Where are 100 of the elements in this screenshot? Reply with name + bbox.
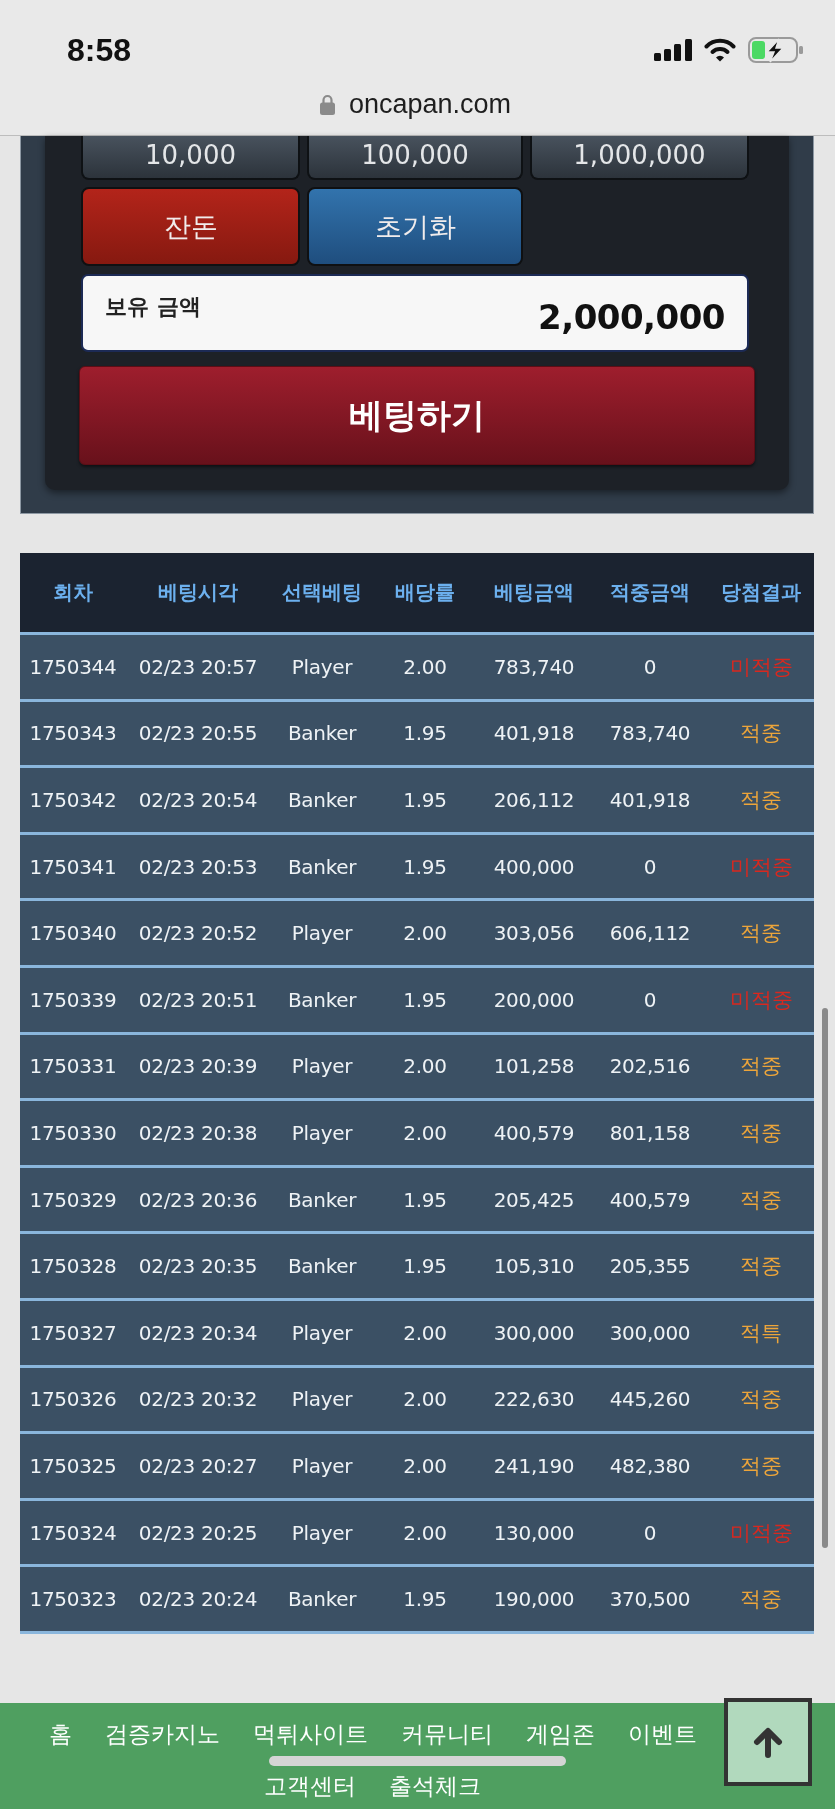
table-cell: 2.00 (403, 1120, 447, 1145)
column-header: 당첨결과 (721, 579, 801, 606)
status-time: 8:58 (67, 34, 132, 66)
table-cell: 1.95 (403, 788, 447, 812)
table-cell: Banker (287, 1587, 357, 1612)
table-cell: 2.00 (403, 921, 447, 946)
table-cell: Player (291, 654, 353, 679)
table-cell: 300,000 (609, 1320, 691, 1345)
reset-button[interactable]: 초기화 (307, 187, 523, 266)
nav-link[interactable]: 커뮤니티 (400, 1719, 493, 1749)
table-cell: 801,158 (609, 1120, 691, 1145)
table-cell: 130,000 (493, 1520, 575, 1545)
result-cell-text: 적중 (740, 1186, 782, 1214)
url-text: oncapan.com (348, 90, 512, 118)
table-cell: 1750340 (29, 921, 117, 946)
column-header: 선택베팅 (282, 579, 362, 606)
table-cell: 401,918 (493, 721, 575, 746)
table-cell: Player (291, 1054, 353, 1079)
table-cell: 1750326 (29, 1387, 117, 1412)
table-cell: 401,918 (609, 788, 691, 812)
table-cell: 02/23 20:39 (138, 1054, 258, 1079)
table-cell: 1750342 (29, 788, 117, 812)
table-cell: 1.95 (403, 1254, 447, 1279)
table-cell: 1750328 (29, 1254, 117, 1279)
table-cell: 2.00 (403, 1320, 447, 1345)
chip-button[interactable]: 1,000,000 (530, 136, 749, 180)
balance-label: 보유 금액 (105, 293, 201, 321)
table-cell: 400,579 (609, 1187, 691, 1212)
result-cell-text: 적중 (740, 1119, 782, 1147)
table-cell: Banker (287, 1187, 357, 1212)
table-cell: Banker (287, 1254, 357, 1279)
change-button[interactable]: 잔돈 (81, 187, 300, 266)
table-cell: 241,190 (493, 1453, 575, 1478)
table-cell: 02/23 20:27 (138, 1453, 258, 1478)
table-cell: 2.00 (403, 1520, 447, 1545)
table-cell: 1.95 (403, 987, 447, 1012)
table-cell: 783,740 (609, 721, 691, 746)
table-cell: 445,260 (609, 1387, 691, 1412)
table-cell: Player (291, 1320, 353, 1345)
table-cell: 190,000 (493, 1587, 575, 1612)
result-cell-text: 적중 (740, 1053, 782, 1081)
table-cell: 1750341 (29, 854, 117, 879)
table-cell: 482,380 (609, 1453, 691, 1478)
chip-button[interactable]: 100,000 (307, 136, 523, 180)
table-cell: 1750327 (29, 1320, 117, 1345)
column-header: 적중금액 (610, 579, 690, 606)
result-cell-text: 미적중 (729, 986, 793, 1014)
table-cell: 2.00 (403, 654, 447, 679)
wifi-icon (704, 38, 736, 62)
nav-link[interactable]: 검증카지노 (104, 1719, 220, 1749)
table-cell: 1750323 (29, 1587, 117, 1612)
result-cell-text: 적중 (740, 720, 782, 748)
table-cell: 1750339 (29, 987, 117, 1012)
table-cell: 02/23 20:36 (138, 1187, 258, 1212)
table-cell: 1750331 (29, 1054, 117, 1079)
table-cell: 02/23 20:35 (138, 1254, 258, 1279)
table-cell: Player (291, 1453, 353, 1478)
table-cell: 1750344 (29, 654, 117, 679)
chip-button[interactable]: 10,000 (81, 136, 300, 180)
nav-link[interactable]: 게임존 (525, 1719, 595, 1749)
table-cell: 370,500 (609, 1587, 691, 1612)
result-cell-text: 적중 (740, 1586, 782, 1614)
table-cell: 02/23 20:51 (138, 987, 258, 1012)
table-cell: 202,516 (609, 1054, 691, 1079)
column-header: 베팅시각 (158, 579, 238, 606)
result-cell-text: 미적중 (729, 1519, 793, 1547)
table-cell: Banker (287, 721, 357, 746)
table-cell: 200,000 (493, 987, 575, 1012)
table-cell: 783,740 (493, 654, 575, 679)
table-cell: 02/23 20:52 (138, 921, 258, 946)
result-cell-text: 적중 (740, 920, 782, 948)
nav-link[interactable]: 홈 (48, 1719, 72, 1749)
table-cell: 400,579 (493, 1120, 575, 1145)
result-cell-text: 적중 (740, 1253, 782, 1281)
table-cell: Banker (287, 987, 357, 1012)
table-cell: 0 (643, 1520, 657, 1545)
table-cell: 0 (643, 654, 657, 679)
table-cell: Player (291, 1120, 353, 1145)
result-cell-text: 적중 (740, 1386, 782, 1414)
column-header: 배당률 (395, 579, 455, 606)
table-cell: 205,425 (493, 1187, 575, 1212)
nav-link[interactable]: 출석체크 (389, 1771, 481, 1801)
table-cell: 205,355 (609, 1254, 691, 1279)
column-header: 베팅금액 (494, 579, 574, 606)
bet-button[interactable]: 베팅하기 (79, 366, 755, 465)
table-cell: 105,310 (493, 1254, 575, 1279)
table-cell: 2.00 (403, 1453, 447, 1478)
table-cell: 02/23 20:54 (138, 788, 258, 812)
table-cell: 1.95 (403, 854, 447, 879)
column-header: 회차 (53, 579, 93, 606)
table-cell: 222,630 (493, 1387, 575, 1412)
result-cell-text: 적중 (740, 1452, 782, 1480)
table-cell: 0 (643, 987, 657, 1012)
nav-link[interactable]: 고객센터 (264, 1771, 356, 1801)
nav-link[interactable]: 먹튀사이트 (252, 1719, 368, 1749)
lock-icon (319, 93, 335, 115)
table-cell: 206,112 (493, 788, 575, 812)
table-cell: 2.00 (403, 1387, 447, 1412)
scroll-top-button[interactable] (724, 1698, 812, 1786)
nav-link[interactable]: 이벤트 (627, 1719, 697, 1749)
